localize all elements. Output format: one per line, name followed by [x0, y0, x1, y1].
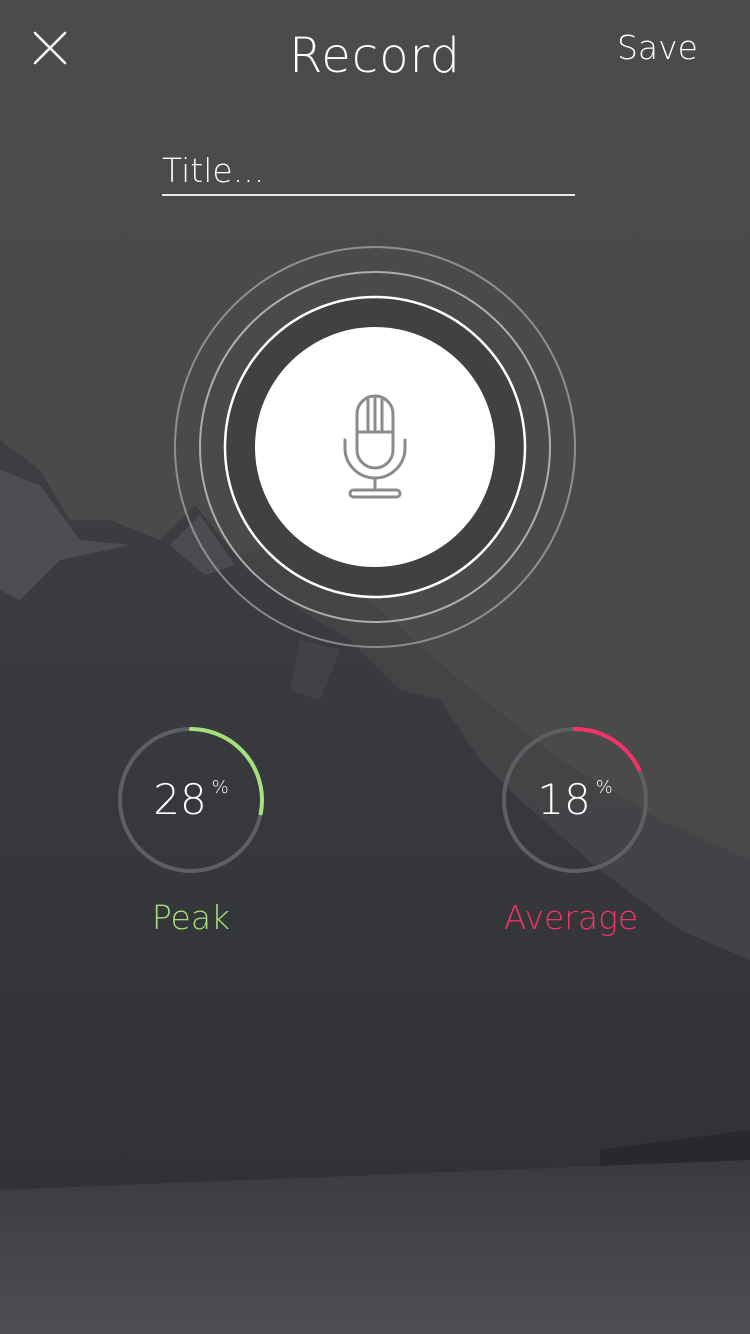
title-input[interactable]: [162, 146, 575, 194]
microphone-icon: [343, 394, 407, 499]
average-value: 18: [537, 775, 591, 824]
title-field[interactable]: [162, 146, 575, 196]
average-meter: 18 %: [500, 725, 650, 875]
peak-label: Peak: [151, 898, 231, 937]
average-label: Average: [503, 898, 639, 937]
average-unit: %: [595, 777, 613, 798]
save-button[interactable]: Save: [617, 27, 698, 69]
record-button[interactable]: [255, 327, 495, 567]
peak-value: 28: [153, 775, 207, 824]
peak-unit: %: [211, 777, 229, 798]
peak-meter: 28 %: [116, 725, 266, 875]
background-mountain-image: [0, 0, 750, 1334]
